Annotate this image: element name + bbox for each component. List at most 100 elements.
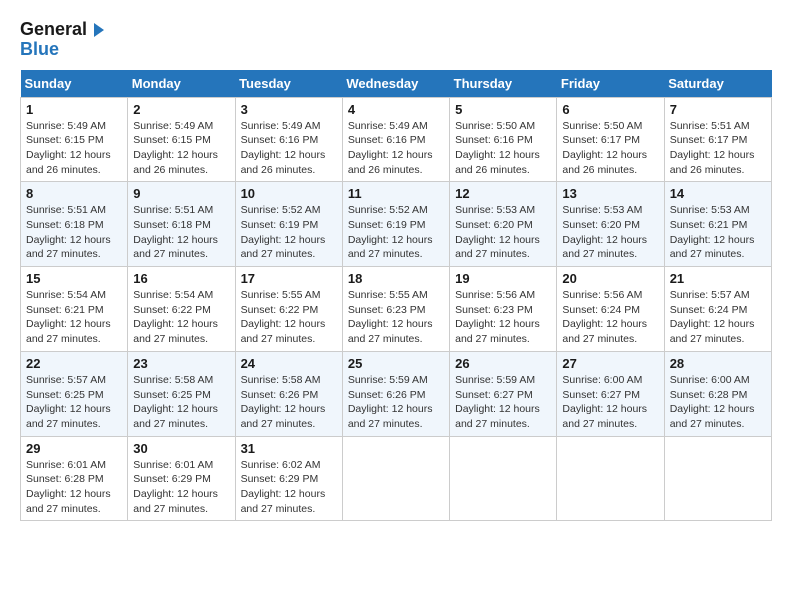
day-header-wednesday: Wednesday [342,70,449,98]
day-header-friday: Friday [557,70,664,98]
day-number: 12 [455,186,551,201]
day-info: Sunrise: 5:54 AM Sunset: 6:21 PM Dayligh… [26,289,111,345]
week-row-5: 29 Sunrise: 6:01 AM Sunset: 6:28 PM Dayli… [21,436,772,521]
day-cell: 2 Sunrise: 5:49 AM Sunset: 6:15 PM Daylig… [128,97,235,182]
day-header-saturday: Saturday [664,70,771,98]
day-number: 24 [241,356,337,371]
week-row-2: 8 Sunrise: 5:51 AM Sunset: 6:18 PM Daylig… [21,182,772,267]
day-info: Sunrise: 5:55 AM Sunset: 6:23 PM Dayligh… [348,289,433,345]
day-number: 10 [241,186,337,201]
day-number: 26 [455,356,551,371]
day-cell: 8 Sunrise: 5:51 AM Sunset: 6:18 PM Daylig… [21,182,128,267]
day-number: 25 [348,356,444,371]
week-row-3: 15 Sunrise: 5:54 AM Sunset: 6:21 PM Dayli… [21,267,772,352]
day-cell: 19 Sunrise: 5:56 AM Sunset: 6:23 PM Dayli… [450,267,557,352]
day-info: Sunrise: 5:52 AM Sunset: 6:19 PM Dayligh… [348,204,433,260]
day-number: 14 [670,186,766,201]
day-info: Sunrise: 5:56 AM Sunset: 6:23 PM Dayligh… [455,289,540,345]
day-header-monday: Monday [128,70,235,98]
day-number: 6 [562,102,658,117]
day-cell: 23Sunrise: 5:58 AM Sunset: 6:25 PM Dayli… [128,351,235,436]
day-info: Sunrise: 5:51 AM Sunset: 6:17 PM Dayligh… [670,120,755,176]
day-info: Sunrise: 6:01 AM Sunset: 6:29 PM Dayligh… [133,459,218,515]
day-number: 21 [670,271,766,286]
day-cell: 25Sunrise: 5:59 AM Sunset: 6:26 PM Dayli… [342,351,449,436]
day-number: 18 [348,271,444,286]
day-cell: 11 Sunrise: 5:52 AM Sunset: 6:19 PM Dayli… [342,182,449,267]
day-number: 28 [670,356,766,371]
day-cell: 21 Sunrise: 5:57 AM Sunset: 6:24 PM Dayli… [664,267,771,352]
day-number: 16 [133,271,229,286]
day-cell [342,436,449,521]
day-cell: 15 Sunrise: 5:54 AM Sunset: 6:21 PM Dayli… [21,267,128,352]
day-info: Sunrise: 6:00 AM Sunset: 6:27 PM Dayligh… [562,374,647,430]
header-row: SundayMondayTuesdayWednesdayThursdayFrid… [21,70,772,98]
logo-text-general: General [20,20,108,40]
day-info: Sunrise: 5:53 AM Sunset: 6:20 PM Dayligh… [562,204,647,260]
day-info: Sunrise: 5:51 AM Sunset: 6:18 PM Dayligh… [26,204,111,260]
day-cell: 22 Sunrise: 5:57 AM Sunset: 6:25 PM Dayli… [21,351,128,436]
day-number: 5 [455,102,551,117]
day-info: Sunrise: 5:55 AM Sunset: 6:22 PM Dayligh… [241,289,326,345]
day-number: 11 [348,186,444,201]
day-info: Sunrise: 5:51 AM Sunset: 6:18 PM Dayligh… [133,204,218,260]
day-info: Sunrise: 6:02 AM Sunset: 6:29 PM Dayligh… [241,459,326,515]
day-number: 17 [241,271,337,286]
day-number: 29 [26,441,122,456]
day-cell: 7 Sunrise: 5:51 AM Sunset: 6:17 PM Daylig… [664,97,771,182]
day-cell: 4Sunrise: 5:49 AM Sunset: 6:16 PM Daylig… [342,97,449,182]
day-info: Sunrise: 5:58 AM Sunset: 6:26 PM Dayligh… [241,374,326,430]
day-info: Sunrise: 5:53 AM Sunset: 6:20 PM Dayligh… [455,204,540,260]
week-row-1: 1Sunrise: 5:49 AM Sunset: 6:15 PM Daylig… [21,97,772,182]
day-cell: 30 Sunrise: 6:01 AM Sunset: 6:29 PM Dayli… [128,436,235,521]
day-cell: 26 Sunrise: 5:59 AM Sunset: 6:27 PM Dayli… [450,351,557,436]
day-cell: 24 Sunrise: 5:58 AM Sunset: 6:26 PM Dayli… [235,351,342,436]
day-info: Sunrise: 5:57 AM Sunset: 6:24 PM Dayligh… [670,289,755,345]
day-number: 9 [133,186,229,201]
logo-text-blue: Blue [20,40,108,60]
day-info: Sunrise: 5:50 AM Sunset: 6:17 PM Dayligh… [562,120,647,176]
logo: General Blue [20,20,108,60]
day-info: Sunrise: 5:54 AM Sunset: 6:22 PM Dayligh… [133,289,218,345]
day-cell [557,436,664,521]
day-info: Sunrise: 6:01 AM Sunset: 6:28 PM Dayligh… [26,459,111,515]
day-number: 15 [26,271,122,286]
day-cell: 20 Sunrise: 5:56 AM Sunset: 6:24 PM Dayli… [557,267,664,352]
day-cell: 28 Sunrise: 6:00 AM Sunset: 6:28 PM Dayli… [664,351,771,436]
day-cell: 6 Sunrise: 5:50 AM Sunset: 6:17 PM Daylig… [557,97,664,182]
day-cell: 18 Sunrise: 5:55 AM Sunset: 6:23 PM Dayli… [342,267,449,352]
day-cell: 12 Sunrise: 5:53 AM Sunset: 6:20 PM Dayli… [450,182,557,267]
day-info: Sunrise: 5:49 AM Sunset: 6:15 PM Dayligh… [133,120,218,176]
day-info: Sunrise: 6:00 AM Sunset: 6:28 PM Dayligh… [670,374,755,430]
day-number: 30 [133,441,229,456]
page-header: General Blue [20,20,772,60]
day-cell [450,436,557,521]
day-cell: 1Sunrise: 5:49 AM Sunset: 6:15 PM Daylig… [21,97,128,182]
day-info: Sunrise: 5:53 AM Sunset: 6:21 PM Dayligh… [670,204,755,260]
day-number: 7 [670,102,766,117]
day-cell: 10 Sunrise: 5:52 AM Sunset: 6:19 PM Dayli… [235,182,342,267]
day-header-sunday: Sunday [21,70,128,98]
day-number: 8 [26,186,122,201]
day-number: 23 [133,356,229,371]
day-number: 20 [562,271,658,286]
day-info: Sunrise: 5:49 AM Sunset: 6:16 PM Dayligh… [241,120,326,176]
day-cell: 27Sunrise: 6:00 AM Sunset: 6:27 PM Dayli… [557,351,664,436]
day-info: Sunrise: 5:56 AM Sunset: 6:24 PM Dayligh… [562,289,647,345]
day-number: 19 [455,271,551,286]
day-cell [664,436,771,521]
day-cell: 29 Sunrise: 6:01 AM Sunset: 6:28 PM Dayli… [21,436,128,521]
day-info: Sunrise: 5:59 AM Sunset: 6:27 PM Dayligh… [455,374,540,430]
day-info: Sunrise: 5:57 AM Sunset: 6:25 PM Dayligh… [26,374,111,430]
day-cell: 17 Sunrise: 5:55 AM Sunset: 6:22 PM Dayli… [235,267,342,352]
day-info: Sunrise: 5:49 AM Sunset: 6:16 PM Dayligh… [348,120,433,176]
day-number: 2 [133,102,229,117]
day-info: Sunrise: 5:52 AM Sunset: 6:19 PM Dayligh… [241,204,326,260]
day-number: 31 [241,441,337,456]
day-info: Sunrise: 5:50 AM Sunset: 6:16 PM Dayligh… [455,120,540,176]
day-header-tuesday: Tuesday [235,70,342,98]
day-number: 22 [26,356,122,371]
day-cell: 3Sunrise: 5:49 AM Sunset: 6:16 PM Daylig… [235,97,342,182]
calendar-table: SundayMondayTuesdayWednesdayThursdayFrid… [20,70,772,522]
logo-mark: General Blue [20,20,108,60]
